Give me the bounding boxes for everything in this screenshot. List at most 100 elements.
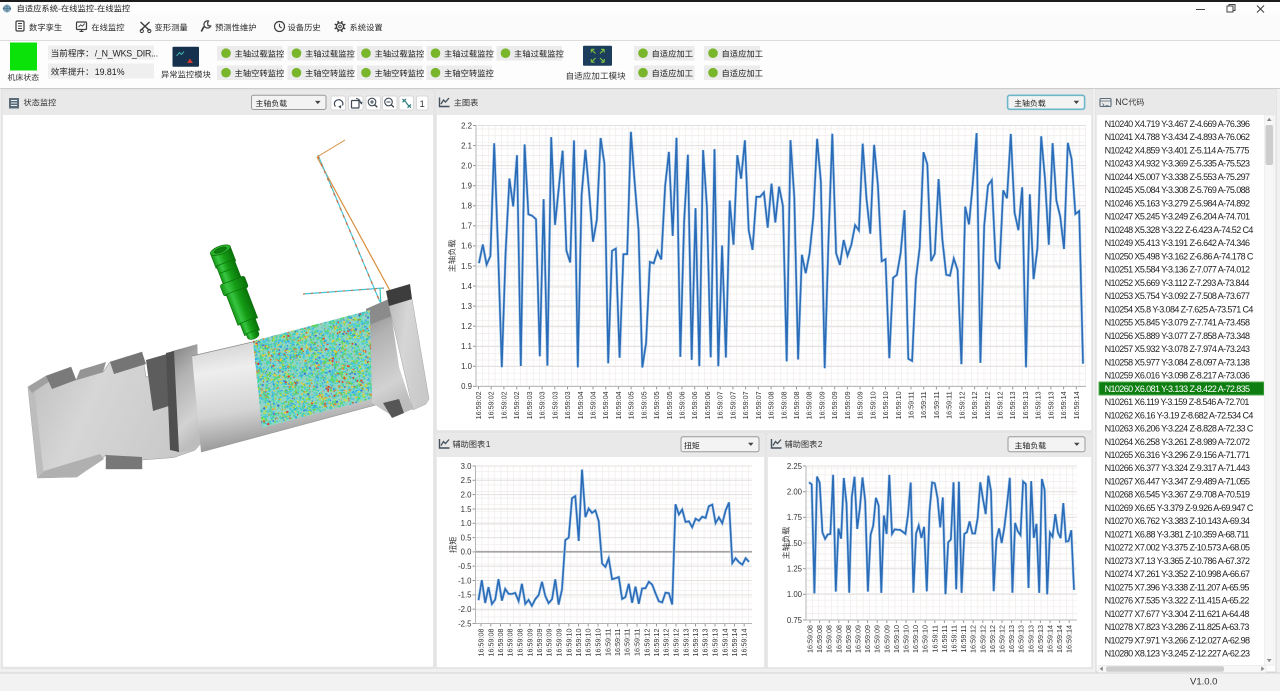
svg-text:16:59:11: 16:59:11 (633, 629, 642, 656)
svg-text:16:59:14: 16:59:14 (740, 629, 749, 657)
svg-text:19.81%: 19.81% (95, 67, 125, 77)
svg-text:-0.5: -0.5 (458, 562, 472, 571)
svg-text:16:59:10: 16:59:10 (894, 391, 903, 419)
svg-text:1.9: 1.9 (461, 182, 472, 191)
svg-text:16:59:04: 16:59:04 (589, 391, 598, 419)
svg-text:0.5: 0.5 (461, 533, 473, 542)
svg-text:16:59:09: 16:59:09 (856, 391, 865, 419)
svg-text:16:59:06: 16:59:06 (678, 391, 687, 419)
svg-text:N10258 X5.977 Y-3.084 Z-8.097: N10258 X5.977 Y-3.084 Z-8.097 A-73.138 (1105, 357, 1250, 367)
svg-text:16:59:09: 16:59:09 (863, 625, 872, 653)
svg-text:N10272 X7.002 Y-3.375 Z-10.573: N10272 X7.002 Y-3.375 Z-10.573 A-68.05 (1105, 543, 1250, 553)
svg-text:N10276 X7.535 Y-3.322 Z-11.415: N10276 X7.535 Y-3.322 Z-11.415 A-65.22 (1105, 596, 1250, 606)
svg-text:2.1: 2.1 (461, 141, 472, 150)
svg-text:N10253 X5.754 Y-3.092 Z-7.508: N10253 X5.754 Y-3.092 Z-7.508 A-73.677 (1105, 291, 1250, 301)
svg-text:N10280 X8.123 Y-3.245 Z-12.227: N10280 X8.123 Y-3.245 Z-12.227 A-62.23 (1105, 649, 1250, 659)
svg-text:16:59:12: 16:59:12 (957, 391, 966, 419)
svg-text:1.0: 1.0 (461, 519, 473, 528)
svg-text:16:59:09: 16:59:09 (854, 625, 863, 653)
svg-text:16:59:12: 16:59:12 (978, 625, 987, 653)
svg-text:0.75: 0.75 (787, 616, 803, 625)
svg-text:1.50: 1.50 (787, 539, 803, 548)
svg-text:V1.0.0: V1.0.0 (1190, 677, 1217, 688)
svg-text:16:59:12: 16:59:12 (983, 391, 992, 419)
svg-text:16:59:14: 16:59:14 (1055, 625, 1064, 653)
svg-text:16:59:10: 16:59:10 (921, 625, 930, 653)
svg-text:3.0: 3.0 (461, 462, 473, 471)
svg-text:1.5: 1.5 (461, 505, 473, 514)
svg-text:16:59:12: 16:59:12 (996, 391, 1005, 419)
svg-text:16:59:12: 16:59:12 (662, 629, 671, 657)
svg-text:N10277 X7.677 Y-3.304 Z-11.621: N10277 X7.677 Y-3.304 Z-11.621 A-64.48 (1105, 609, 1250, 619)
svg-text:1.6: 1.6 (461, 242, 472, 251)
svg-text:16:59:11: 16:59:11 (930, 625, 939, 652)
svg-text:16:59:11: 16:59:11 (940, 625, 949, 652)
svg-text:16:59:10: 16:59:10 (868, 391, 877, 419)
svg-text:16:59:08: 16:59:08 (806, 625, 815, 653)
svg-text:2.0: 2.0 (461, 161, 473, 170)
svg-text:16:59:09: 16:59:09 (555, 629, 564, 657)
svg-text:16:59:02: 16:59:02 (474, 391, 483, 419)
svg-text:N10256 X5.889 Y-3.077 Z-7.858: N10256 X5.889 Y-3.077 Z-7.858 A-73.348 (1105, 331, 1250, 341)
svg-text:N10254 X5.8 Y-3.084 Z-7.625 A-: N10254 X5.8 Y-3.084 Z-7.625 A-73.571 C4 (1105, 304, 1254, 314)
svg-text:N10279 X7.971 Y-3.266 Z-12.027: N10279 X7.971 Y-3.266 Z-12.027 A-62.98 (1105, 635, 1250, 645)
svg-text:16:59:10: 16:59:10 (892, 625, 901, 653)
svg-text:16:59:02: 16:59:02 (512, 391, 521, 419)
svg-text:1.3: 1.3 (461, 302, 472, 311)
svg-text:16:59:09: 16:59:09 (830, 391, 839, 419)
svg-text:2: 2 (818, 439, 823, 449)
svg-text:N10260 X6.081 Y-3.133 Z-8.422: N10260 X6.081 Y-3.133 Z-8.422 A-72.835 (1105, 384, 1250, 394)
svg-text:16:59:08: 16:59:08 (815, 625, 824, 653)
svg-text:16:59:12: 16:59:12 (998, 625, 1007, 653)
svg-text:16:59:10: 16:59:10 (911, 625, 920, 653)
svg-text:16:59:09: 16:59:09 (525, 629, 534, 657)
svg-text:N10270 X6.762 Y-3.383 Z-10.143: N10270 X6.762 Y-3.383 Z-10.143 A-69.34 (1105, 516, 1250, 526)
svg-text:1.4: 1.4 (461, 282, 473, 291)
svg-text:N10273 X7.13 Y-3.365 Z-10.786: N10273 X7.13 Y-3.365 Z-10.786 A-67.372 (1105, 556, 1250, 566)
svg-text:16:59:09: 16:59:09 (535, 629, 544, 657)
svg-text:16:59:05: 16:59:05 (639, 391, 648, 419)
svg-text:N10246 X5.163 Y-3.279 Z-5.984: N10246 X5.163 Y-3.279 Z-5.984 A-74.892 (1105, 198, 1250, 208)
svg-text:16:59:07: 16:59:07 (741, 391, 750, 419)
svg-text:16:59:14: 16:59:14 (1072, 391, 1081, 419)
svg-text:N10278 X7.823 Y-3.286 Z-11.825: N10278 X7.823 Y-3.286 Z-11.825 A-63.73 (1105, 622, 1250, 632)
svg-text:1: 1 (420, 99, 425, 110)
svg-text:1.75: 1.75 (787, 513, 803, 522)
svg-text:N10268 X6.545 Y-3.367 Z-9.708: N10268 X6.545 Y-3.367 Z-9.708 A-70.519 (1105, 490, 1250, 500)
svg-text:16:59:12: 16:59:12 (652, 629, 661, 657)
svg-text:N10271 X6.88 Y-3.381 Z-10.359: N10271 X6.88 Y-3.381 Z-10.359 A-68.711 (1105, 529, 1250, 539)
svg-text:16:59:05: 16:59:05 (665, 391, 674, 419)
svg-text:N10250 X5.498 Y-3.162 Z-6.86 A: N10250 X5.498 Y-3.162 Z-6.86 A-74.178 C (1105, 251, 1254, 261)
svg-text:16:59:11: 16:59:11 (959, 625, 968, 652)
svg-text:16:59:13: 16:59:13 (681, 629, 690, 657)
svg-text:16:59:13: 16:59:13 (1026, 625, 1035, 653)
svg-text:16:59:14: 16:59:14 (1059, 391, 1068, 419)
svg-text:N10257 X5.932 Y-3.078 Z-7.974: N10257 X5.932 Y-3.078 Z-7.974 A-73.243 (1105, 344, 1250, 354)
svg-text:16:59:03: 16:59:03 (563, 391, 572, 419)
svg-text:16:59:11: 16:59:11 (950, 625, 959, 652)
svg-text:16:59:05: 16:59:05 (627, 391, 636, 419)
svg-text:N10251 X5.584 Y-3.136 Z-7.077: N10251 X5.584 Y-3.136 Z-7.077 A-74.012 (1105, 265, 1250, 275)
svg-text:16:59:06: 16:59:06 (690, 391, 699, 419)
svg-text:16:59:08: 16:59:08 (506, 629, 515, 657)
svg-text:16:59:02: 16:59:02 (499, 391, 508, 419)
svg-text:16:59:12: 16:59:12 (672, 629, 681, 657)
svg-text:16:59:03: 16:59:03 (525, 391, 534, 419)
svg-text:N10240 X4.719 Y-3.467 Z-4.669: N10240 X4.719 Y-3.467 Z-4.669 A-76.396 (1105, 119, 1250, 129)
svg-text:16:59:12: 16:59:12 (969, 625, 978, 653)
svg-text:16:59:07: 16:59:07 (728, 391, 737, 419)
svg-text:16:59:03: 16:59:03 (550, 391, 559, 419)
svg-text:16:59:09: 16:59:09 (873, 625, 882, 653)
svg-text:/_N_WKS_DIR...: /_N_WKS_DIR... (95, 48, 158, 58)
svg-text:N10252 X5.669 Y-3.112 Z-7.293: N10252 X5.669 Y-3.112 Z-7.293 A-73.844 (1105, 278, 1250, 288)
svg-text:16:59:09: 16:59:09 (817, 391, 826, 419)
svg-text:1.00: 1.00 (787, 590, 803, 599)
svg-text:16:59:08: 16:59:08 (496, 629, 505, 657)
svg-text:16:59:13: 16:59:13 (711, 629, 720, 657)
svg-text:16:59:10: 16:59:10 (574, 629, 583, 657)
svg-text:N10261 X6.119 Y-3.159 Z-8.546: N10261 X6.119 Y-3.159 Z-8.546 A-72.701 (1105, 397, 1250, 407)
svg-text:1.8: 1.8 (461, 202, 472, 211)
svg-text:-1.0: -1.0 (458, 576, 472, 585)
svg-text:2.0: 2.0 (461, 490, 473, 499)
svg-text:16:59:07: 16:59:07 (716, 391, 725, 419)
